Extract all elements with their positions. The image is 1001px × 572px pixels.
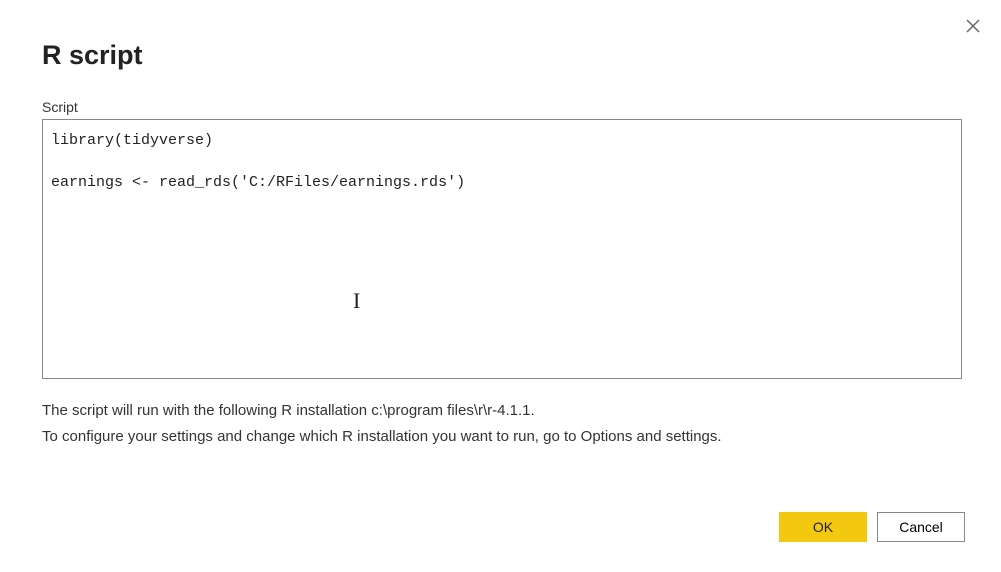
dialog-buttons: OK Cancel [779, 512, 965, 542]
ok-button[interactable]: OK [779, 512, 867, 542]
info-text: The script will run with the following R… [42, 398, 965, 449]
info-line-2: To configure your settings and change wh… [42, 424, 965, 450]
r-script-dialog: R script Script The script will run with… [0, 0, 1001, 479]
script-label: Script [42, 99, 965, 115]
info-line-1: The script will run with the following R… [42, 398, 965, 424]
close-icon [965, 18, 981, 39]
dialog-title: R script [42, 40, 965, 71]
cancel-button[interactable]: Cancel [877, 512, 965, 542]
close-button[interactable] [963, 18, 983, 38]
script-input[interactable] [42, 119, 962, 379]
